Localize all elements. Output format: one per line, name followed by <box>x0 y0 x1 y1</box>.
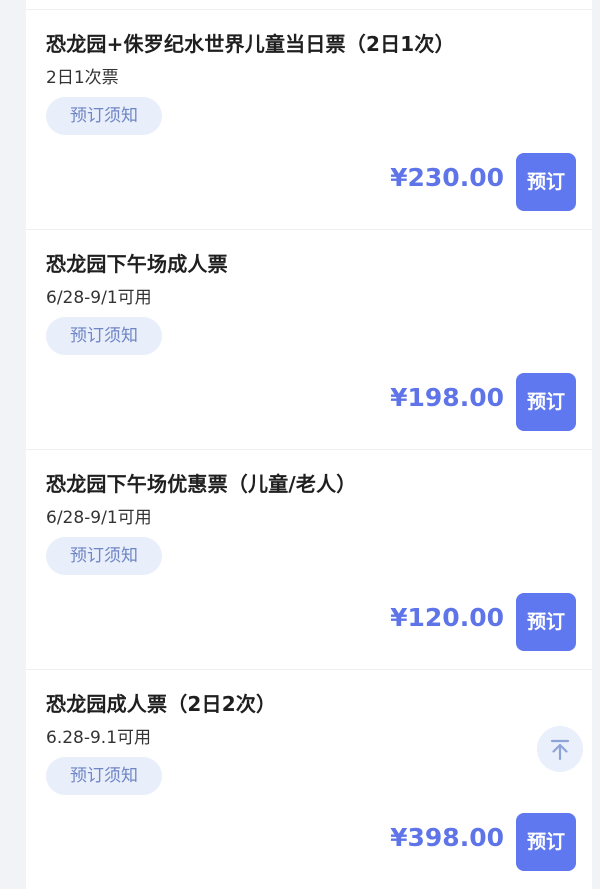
ticket-price: ¥120.00 <box>390 603 504 632</box>
book-button[interactable]: 预订 <box>516 593 576 651</box>
ticket-price: ¥398.00 <box>390 823 504 852</box>
back-to-top-button[interactable] <box>537 726 583 772</box>
ticket-price: ¥198.00 <box>390 383 504 412</box>
booking-notice-button[interactable]: 预订须知 <box>46 757 162 795</box>
booking-notice-button[interactable]: 预订须知 <box>46 97 162 135</box>
booking-notice-button[interactable]: 预订须知 <box>46 317 162 355</box>
ticket-item: 恐龙园下午场优惠票（儿童/老人） 6/28-9/1可用 预订须知 ¥120.00… <box>26 449 592 669</box>
book-button[interactable]: 预订 <box>516 813 576 871</box>
ticket-item: 恐龙园成人票（2日2次） 6.28-9.1可用 预订须知 ¥398.00 预订 <box>26 669 592 889</box>
book-button[interactable]: 预订 <box>516 373 576 431</box>
ticket-list-page: 恐龙园+侏罗纪水世界儿童当日票（2日1次） 2日1次票 预订须知 ¥230.00… <box>0 0 600 889</box>
ticket-description: 6/28-9/1可用 <box>46 288 152 308</box>
arrow-up-to-top-icon <box>550 739 570 761</box>
ticket-item: 恐龙园下午场成人票 6/28-9/1可用 预订须知 ¥198.00 预订 <box>26 229 592 449</box>
booking-notice-button[interactable]: 预订须知 <box>46 537 162 575</box>
book-button[interactable]: 预订 <box>516 153 576 211</box>
ticket-title: 恐龙园成人票（2日2次） <box>46 692 277 716</box>
ticket-list-card: 恐龙园+侏罗纪水世界儿童当日票（2日1次） 2日1次票 预订须知 ¥230.00… <box>26 0 592 889</box>
ticket-description: 6.28-9.1可用 <box>46 728 152 748</box>
ticket-description: 6/28-9/1可用 <box>46 508 152 528</box>
ticket-title: 恐龙园下午场成人票 <box>46 252 228 276</box>
ticket-title: 恐龙园下午场优惠票（儿童/老人） <box>46 472 357 496</box>
ticket-item: 恐龙园+侏罗纪水世界儿童当日票（2日1次） 2日1次票 预订须知 ¥230.00… <box>26 9 592 229</box>
ticket-description: 2日1次票 <box>46 68 119 88</box>
ticket-price: ¥230.00 <box>390 163 504 192</box>
ticket-title: 恐龙园+侏罗纪水世界儿童当日票（2日1次） <box>46 32 455 56</box>
